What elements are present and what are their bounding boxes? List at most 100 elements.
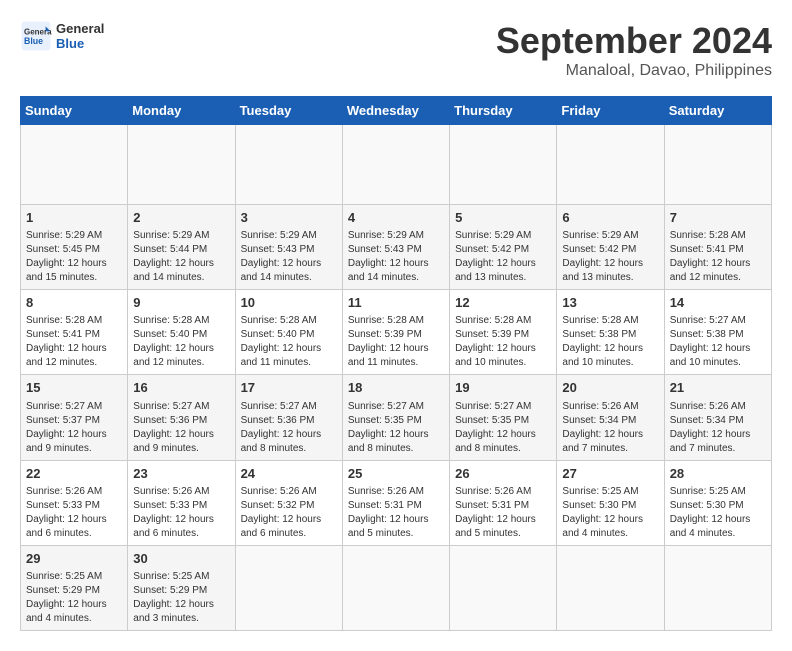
day-info: Sunrise: 5:27 AM Sunset: 5:36 PM Dayligh…	[133, 400, 229, 456]
calendar-cell: 23Sunrise: 5:26 AM Sunset: 5:33 PM Dayli…	[128, 460, 235, 545]
logo-icon: General Blue	[20, 20, 52, 52]
page-header: General Blue General Blue September 2024…	[20, 20, 772, 80]
day-number: 27	[562, 465, 658, 483]
calendar-cell: 9 Sunrise: 5:28 AM Sunset: 5:40 PM Daylig…	[128, 290, 235, 375]
day-info: Sunrise: 5:29 AM Sunset: 5:42 PM Dayligh…	[562, 229, 658, 285]
day-number: 18	[348, 379, 444, 397]
calendar-cell: 1 Sunrise: 5:29 AM Sunset: 5:45 PM Daylig…	[21, 205, 128, 290]
day-number: 5	[455, 209, 551, 227]
day-info: Sunrise: 5:29 AM Sunset: 5:43 PM Dayligh…	[241, 229, 337, 285]
day-info: Sunrise: 5:26 AM Sunset: 5:31 PM Dayligh…	[455, 485, 551, 541]
logo-line2: Blue	[56, 36, 104, 51]
calendar-cell: 29 Sunrise: 5:25 AM Sunset: 5:29 PM Dayli…	[21, 545, 128, 630]
calendar-cell: 12 Sunrise: 5:28 AM Sunset: 5:39 PM Dayli…	[450, 290, 557, 375]
calendar-cell	[450, 545, 557, 630]
calendar-week-5: 29 Sunrise: 5:25 AM Sunset: 5:29 PM Dayli…	[21, 545, 772, 630]
calendar-cell: 17 Sunrise: 5:27 AM Sunset: 5:36 PM Dayli…	[235, 375, 342, 460]
day-number: 28	[670, 465, 766, 483]
day-info: Sunrise: 5:25 AM Sunset: 5:29 PM Dayligh…	[26, 570, 122, 626]
calendar-cell	[664, 125, 771, 205]
calendar-cell: 11 Sunrise: 5:28 AM Sunset: 5:39 PM Dayli…	[342, 290, 449, 375]
calendar-week-3: 15 Sunrise: 5:27 AM Sunset: 5:37 PM Dayli…	[21, 375, 772, 460]
calendar-cell: 18Sunrise: 5:27 AM Sunset: 5:35 PM Dayli…	[342, 375, 449, 460]
day-number: 25	[348, 465, 444, 483]
day-number: 2	[133, 209, 229, 227]
day-number: 4	[348, 209, 444, 227]
calendar-cell	[557, 545, 664, 630]
calendar-cell: 5 Sunrise: 5:29 AM Sunset: 5:42 PM Daylig…	[450, 205, 557, 290]
day-info: Sunrise: 5:28 AM Sunset: 5:40 PM Dayligh…	[133, 314, 229, 370]
calendar-cell: 21 Sunrise: 5:26 AM Sunset: 5:34 PM Dayli…	[664, 375, 771, 460]
day-number: 19	[455, 379, 551, 397]
day-number: 6	[562, 209, 658, 227]
day-info: Sunrise: 5:26 AM Sunset: 5:34 PM Dayligh…	[670, 400, 766, 456]
day-info: Sunrise: 5:27 AM Sunset: 5:35 PM Dayligh…	[455, 400, 551, 456]
day-info: Sunrise: 5:25 AM Sunset: 5:30 PM Dayligh…	[670, 485, 766, 541]
day-info: Sunrise: 5:29 AM Sunset: 5:42 PM Dayligh…	[455, 229, 551, 285]
calendar-table: SundayMondayTuesdayWednesdayThursdayFrid…	[20, 96, 772, 631]
day-info: Sunrise: 5:29 AM Sunset: 5:45 PM Dayligh…	[26, 229, 122, 285]
day-number: 8	[26, 294, 122, 312]
calendar-cell: 28 Sunrise: 5:25 AM Sunset: 5:30 PM Dayli…	[664, 460, 771, 545]
location-subtitle: Manaloal, Davao, Philippines	[496, 62, 772, 80]
day-info: Sunrise: 5:28 AM Sunset: 5:41 PM Dayligh…	[670, 229, 766, 285]
weekday-header-thursday: Thursday	[450, 97, 557, 125]
calendar-cell: 10 Sunrise: 5:28 AM Sunset: 5:40 PM Dayli…	[235, 290, 342, 375]
calendar-cell: 3 Sunrise: 5:29 AM Sunset: 5:43 PM Daylig…	[235, 205, 342, 290]
calendar-cell	[342, 125, 449, 205]
day-number: 29	[26, 550, 122, 568]
day-number: 24	[241, 465, 337, 483]
day-info: Sunrise: 5:28 AM Sunset: 5:39 PM Dayligh…	[455, 314, 551, 370]
calendar-cell: 24Sunrise: 5:26 AM Sunset: 5:32 PM Dayli…	[235, 460, 342, 545]
calendar-cell	[21, 125, 128, 205]
calendar-cell: 4 Sunrise: 5:29 AM Sunset: 5:43 PM Daylig…	[342, 205, 449, 290]
month-title: September 2024	[496, 20, 772, 62]
day-info: Sunrise: 5:28 AM Sunset: 5:41 PM Dayligh…	[26, 314, 122, 370]
day-number: 10	[241, 294, 337, 312]
calendar-cell: 8 Sunrise: 5:28 AM Sunset: 5:41 PM Daylig…	[21, 290, 128, 375]
logo: General Blue General Blue	[20, 20, 104, 52]
day-info: Sunrise: 5:27 AM Sunset: 5:36 PM Dayligh…	[241, 400, 337, 456]
calendar-cell: 27 Sunrise: 5:25 AM Sunset: 5:30 PM Dayli…	[557, 460, 664, 545]
day-number: 30	[133, 550, 229, 568]
weekday-header-monday: Monday	[128, 97, 235, 125]
day-number: 1	[26, 209, 122, 227]
day-info: Sunrise: 5:29 AM Sunset: 5:44 PM Dayligh…	[133, 229, 229, 285]
day-info: Sunrise: 5:28 AM Sunset: 5:40 PM Dayligh…	[241, 314, 337, 370]
calendar-cell: 6 Sunrise: 5:29 AM Sunset: 5:42 PM Daylig…	[557, 205, 664, 290]
day-number: 12	[455, 294, 551, 312]
day-number: 17	[241, 379, 337, 397]
weekday-header-wednesday: Wednesday	[342, 97, 449, 125]
weekday-header-tuesday: Tuesday	[235, 97, 342, 125]
day-number: 9	[133, 294, 229, 312]
calendar-cell: 13Sunrise: 5:28 AM Sunset: 5:38 PM Dayli…	[557, 290, 664, 375]
calendar-cell	[128, 125, 235, 205]
day-info: Sunrise: 5:29 AM Sunset: 5:43 PM Dayligh…	[348, 229, 444, 285]
weekday-header-sunday: Sunday	[21, 97, 128, 125]
calendar-week-2: 8 Sunrise: 5:28 AM Sunset: 5:41 PM Daylig…	[21, 290, 772, 375]
weekday-header-row: SundayMondayTuesdayWednesdayThursdayFrid…	[21, 97, 772, 125]
day-info: Sunrise: 5:25 AM Sunset: 5:30 PM Dayligh…	[562, 485, 658, 541]
title-block: September 2024 Manaloal, Davao, Philippi…	[496, 20, 772, 80]
calendar-cell: 26Sunrise: 5:26 AM Sunset: 5:31 PM Dayli…	[450, 460, 557, 545]
day-number: 11	[348, 294, 444, 312]
day-info: Sunrise: 5:27 AM Sunset: 5:37 PM Dayligh…	[26, 400, 122, 456]
calendar-cell: 20Sunrise: 5:26 AM Sunset: 5:34 PM Dayli…	[557, 375, 664, 460]
calendar-cell	[557, 125, 664, 205]
svg-text:Blue: Blue	[24, 36, 43, 46]
day-info: Sunrise: 5:27 AM Sunset: 5:38 PM Dayligh…	[670, 314, 766, 370]
calendar-cell	[664, 545, 771, 630]
day-number: 20	[562, 379, 658, 397]
day-info: Sunrise: 5:28 AM Sunset: 5:39 PM Dayligh…	[348, 314, 444, 370]
calendar-week-1: 1 Sunrise: 5:29 AM Sunset: 5:45 PM Daylig…	[21, 205, 772, 290]
day-number: 21	[670, 379, 766, 397]
calendar-week-0	[21, 125, 772, 205]
day-number: 3	[241, 209, 337, 227]
day-info: Sunrise: 5:26 AM Sunset: 5:31 PM Dayligh…	[348, 485, 444, 541]
day-info: Sunrise: 5:26 AM Sunset: 5:33 PM Dayligh…	[133, 485, 229, 541]
day-number: 13	[562, 294, 658, 312]
calendar-cell: 15 Sunrise: 5:27 AM Sunset: 5:37 PM Dayli…	[21, 375, 128, 460]
day-number: 14	[670, 294, 766, 312]
day-number: 15	[26, 379, 122, 397]
day-info: Sunrise: 5:26 AM Sunset: 5:33 PM Dayligh…	[26, 485, 122, 541]
